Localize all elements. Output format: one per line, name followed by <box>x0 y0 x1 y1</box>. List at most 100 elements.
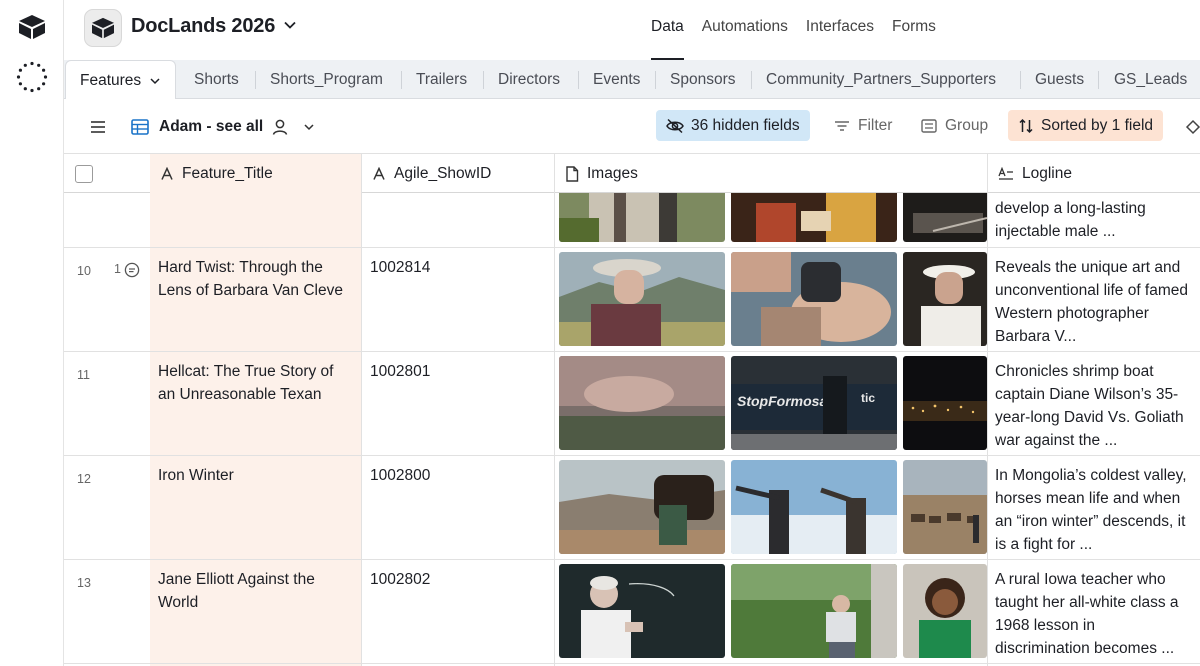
image-thumbnail[interactable] <box>559 193 725 242</box>
logline-cell[interactable]: A rural Iowa teacher who taught her all-… <box>988 560 1200 663</box>
image-thumbnail[interactable] <box>731 460 897 554</box>
image-thumbnail[interactable] <box>903 252 987 346</box>
image-thumbnail[interactable] <box>559 252 725 346</box>
row-number: 11 <box>77 368 90 382</box>
loading-spinner-icon <box>16 61 48 98</box>
base-icon[interactable] <box>84 9 122 47</box>
showid-cell[interactable]: 1002801 <box>362 352 555 455</box>
app-logo-icon[interactable] <box>18 14 46 45</box>
comment-count-label: 1 <box>114 262 121 276</box>
tab-divider <box>751 71 752 89</box>
column-label: Images <box>587 164 638 182</box>
showid-cell[interactable]: 1002802 <box>362 560 555 663</box>
person-icon[interactable] <box>271 99 289 154</box>
tab-label: Features <box>80 71 142 89</box>
table-row[interactable]: 11 Hellcat: The True Story of an Unreaso… <box>64 352 1200 456</box>
row-number: 13 <box>77 576 91 590</box>
hidden-fields-button[interactable]: 36 hidden fields <box>656 110 810 141</box>
row-number-cell: 10 1 <box>64 248 150 351</box>
image-thumbnail[interactable] <box>903 460 987 554</box>
tab-shorts[interactable]: Shorts <box>194 60 239 99</box>
chevron-down-icon[interactable] <box>149 75 161 87</box>
group-button[interactable]: Group <box>911 110 998 141</box>
top-header: DocLands 2026 Data Automations Interface… <box>64 0 1200 60</box>
chevron-down-icon[interactable] <box>303 99 315 154</box>
images-cell[interactable] <box>555 560 988 663</box>
images-cell[interactable] <box>555 456 988 559</box>
tab-guests[interactable]: Guests <box>1035 60 1084 99</box>
tab-community-partners[interactable]: Community_Partners_Supporters <box>766 60 996 99</box>
table-row[interactable]: 13 Jane Elliott Against the World 100280… <box>64 560 1200 664</box>
image-thumbnail[interactable] <box>903 564 987 658</box>
column-header-feature-title[interactable]: Feature_Title <box>150 154 362 193</box>
records-grid: Feature_Title Agile_ShowID Images Loglin… <box>64 154 1200 666</box>
group-label: Group <box>945 116 989 134</box>
sort-label: Sorted by 1 field <box>1041 116 1154 134</box>
image-thumbnail[interactable] <box>731 564 897 658</box>
hamburger-menu-icon[interactable] <box>90 99 106 154</box>
tab-gs-leads[interactable]: GS_Leads <box>1114 60 1187 99</box>
tab-sponsors[interactable]: Sponsors <box>670 60 735 99</box>
table-row[interactable]: 12 Iron Winter 1002800 In Mongolia’s col… <box>64 456 1200 560</box>
filter-label: Filter <box>858 116 893 134</box>
hidden-fields-label: 36 hidden fields <box>691 116 800 134</box>
tab-trailers[interactable]: Trailers <box>416 60 467 99</box>
image-thumbnail[interactable] <box>731 193 897 242</box>
image-thumbnail[interactable] <box>559 460 725 554</box>
sort-button[interactable]: Sorted by 1 field <box>1008 110 1164 141</box>
top-navigation: Data Automations Interfaces Forms <box>642 0 945 60</box>
table-row[interactable]: 10 1 Hard Twist: Through the Lens of Bar… <box>64 248 1200 352</box>
column-header-logline[interactable]: Logline <box>988 154 1200 193</box>
left-rail <box>0 0 64 666</box>
row-number: 12 <box>77 472 91 486</box>
tab-divider <box>1098 71 1099 89</box>
filter-button[interactable]: Filter <box>824 110 902 141</box>
images-cell[interactable] <box>555 248 988 351</box>
logline-cell[interactable]: Reveals the unique art and unconventiona… <box>988 248 1200 351</box>
select-all-cell <box>64 154 150 193</box>
nav-data[interactable]: Data <box>642 0 693 60</box>
showid-cell[interactable]: 1002800 <box>362 456 555 559</box>
nav-forms[interactable]: Forms <box>883 0 945 60</box>
showid-cell[interactable]: 1002814 <box>362 248 555 351</box>
image-thumbnail[interactable] <box>559 564 725 658</box>
image-thumbnail[interactable] <box>903 193 987 242</box>
column-header-agile-showid[interactable]: Agile_ShowID <box>362 154 555 193</box>
feature-title-cell[interactable]: Jane Elliott Against the World <box>150 560 362 663</box>
feature-title-cell[interactable]: Hellcat: The True Story of an Unreasonab… <box>150 352 362 455</box>
column-header-images[interactable]: Images <box>555 154 988 193</box>
tab-directors[interactable]: Directors <box>498 60 560 99</box>
logline-cell[interactable]: develop a long-lasting injectable male .… <box>988 193 1200 247</box>
tab-shorts-program[interactable]: Shorts_Program <box>270 60 383 99</box>
image-thumbnail[interactable] <box>559 356 725 450</box>
view-name[interactable]: Adam - see all <box>159 99 263 154</box>
nav-interfaces[interactable]: Interfaces <box>797 0 883 60</box>
logline-cell[interactable]: Chronicles shrimp boat captain Diane Wil… <box>988 352 1200 455</box>
image-thumbnail[interactable] <box>903 356 987 450</box>
row-number <box>64 193 150 247</box>
view-toolbar: Adam - see all 36 hidden fields Filter G… <box>64 99 1200 154</box>
showid-cell[interactable] <box>362 193 555 247</box>
comment-count[interactable]: 1 <box>114 258 140 281</box>
table-row[interactable]: develop a long-lasting injectable male .… <box>64 193 1200 248</box>
tab-events[interactable]: Events <box>593 60 640 99</box>
feature-title-cell[interactable] <box>150 193 362 247</box>
feature-title-cell[interactable]: Iron Winter <box>150 456 362 559</box>
group-icon <box>921 118 937 133</box>
images-cell[interactable] <box>555 193 988 247</box>
nav-automations[interactable]: Automations <box>693 0 797 60</box>
feature-title-cell[interactable]: Hard Twist: Through the Lens of Barbara … <box>150 248 362 351</box>
sort-icon <box>1018 118 1034 134</box>
images-cell[interactable]: StopFormosa tic <box>555 352 988 455</box>
chevron-down-icon[interactable] <box>283 18 297 37</box>
paint-bucket-icon[interactable] <box>1184 99 1200 154</box>
text-field-icon <box>160 166 174 181</box>
tab-features[interactable]: Features <box>65 60 177 100</box>
logline-cell[interactable]: In Mongolia’s coldest valley, horses mea… <box>988 456 1200 559</box>
image-thumbnail[interactable]: StopFormosa tic <box>731 356 897 450</box>
tab-divider <box>655 71 656 89</box>
grid-view-icon <box>131 99 149 154</box>
image-thumbnail[interactable] <box>731 252 897 346</box>
base-name[interactable]: DocLands 2026 <box>131 15 275 38</box>
select-all-checkbox[interactable] <box>75 165 93 183</box>
